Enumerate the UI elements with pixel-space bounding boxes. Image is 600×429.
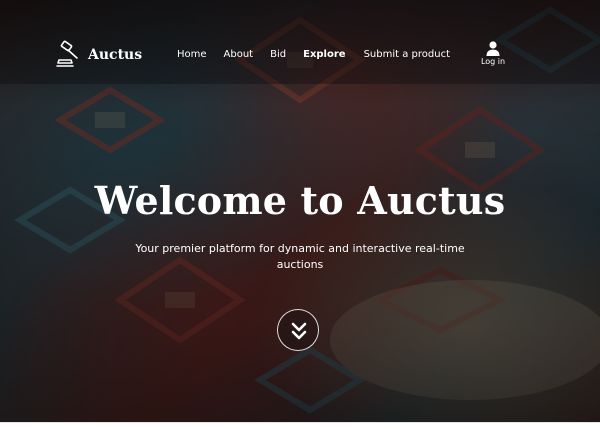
nav-menu: Home About Bid Explore Submit a product bbox=[177, 49, 450, 60]
brand-logo[interactable]: Auctus bbox=[55, 40, 142, 70]
nav-submit-product-link[interactable]: Submit a product bbox=[364, 49, 450, 60]
double-chevron-down-icon bbox=[291, 322, 307, 340]
hero-title: Welcome to Auctus bbox=[94, 178, 506, 223]
page-bottom-edge bbox=[0, 422, 600, 429]
nav-explore-link[interactable]: Explore bbox=[303, 49, 345, 60]
login-button[interactable]: Log in bbox=[479, 41, 507, 66]
brand-name: Auctus bbox=[88, 47, 143, 63]
navbar: Auctus Home About Bid Explore Submit a p… bbox=[0, 0, 600, 84]
nav-home-link[interactable]: Home bbox=[177, 49, 207, 60]
hero-subtitle: Your premier platform for dynamic and in… bbox=[135, 242, 465, 271]
page: Auctus Home About Bid Explore Submit a p… bbox=[0, 0, 600, 429]
nav-bid-link[interactable]: Bid bbox=[270, 49, 286, 60]
nav-about-link[interactable]: About bbox=[224, 49, 254, 60]
login-label: Log in bbox=[480, 57, 506, 66]
scroll-down-button[interactable] bbox=[277, 309, 319, 351]
user-icon bbox=[486, 41, 500, 56]
gavel-icon bbox=[56, 40, 78, 67]
hero-section: Auctus Home About Bid Explore Submit a p… bbox=[0, 0, 600, 422]
